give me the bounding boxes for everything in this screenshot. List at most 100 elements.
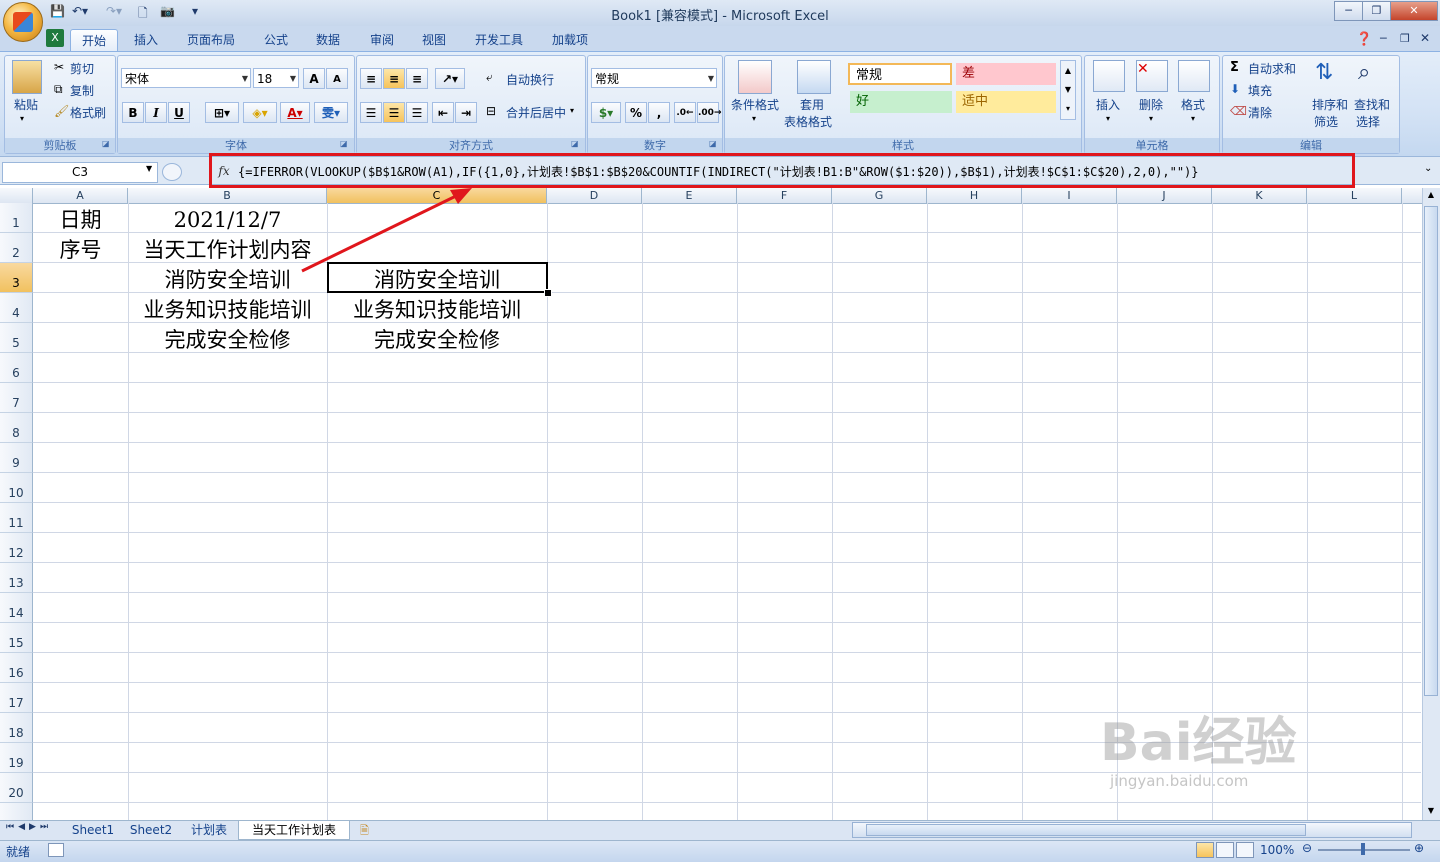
zoom-slider-thumb[interactable] bbox=[1361, 843, 1365, 855]
decrease-decimal-icon[interactable]: .00→ bbox=[697, 102, 721, 123]
row-header-11[interactable]: 11 bbox=[0, 503, 33, 533]
ribbon-restore-icon[interactable]: ❐ bbox=[1400, 32, 1410, 45]
find-select-button[interactable]: 查找和 bbox=[1354, 96, 1390, 113]
styles-scroll[interactable]: ▲ ▼ ▾ bbox=[1060, 60, 1076, 120]
expand-formula-bar-icon[interactable]: ⌄ bbox=[1424, 163, 1432, 174]
bold-button[interactable]: B bbox=[122, 102, 144, 123]
format-cells-button[interactable]: 格式 bbox=[1181, 96, 1205, 113]
row-header-21[interactable] bbox=[0, 803, 33, 820]
redo-icon[interactable]: ↷▾ bbox=[106, 4, 122, 22]
column-header-e[interactable]: E bbox=[642, 188, 737, 203]
column-header-f[interactable]: F bbox=[737, 188, 832, 203]
increase-indent-icon[interactable]: ⇥ bbox=[455, 102, 477, 123]
font-size-combo[interactable]: 18 ▼ bbox=[253, 68, 299, 88]
cell-a1[interactable]: 日期 bbox=[33, 203, 128, 233]
column-header-j[interactable]: J bbox=[1117, 188, 1212, 203]
print-preview-icon[interactable]: 🗋 bbox=[138, 4, 148, 22]
row-header-20[interactable]: 20 bbox=[0, 773, 33, 803]
comma-button[interactable]: , bbox=[648, 102, 670, 123]
sheet-tab-sheet2[interactable]: Sheet2 bbox=[124, 821, 178, 839]
cut-button[interactable]: 剪切 bbox=[70, 60, 94, 77]
page-break-view-icon[interactable] bbox=[1236, 842, 1254, 858]
row-header-6[interactable]: 6 bbox=[0, 353, 33, 383]
row-header-8[interactable]: 8 bbox=[0, 413, 33, 443]
row-header-2[interactable]: 2 bbox=[0, 233, 33, 263]
normal-view-icon[interactable] bbox=[1196, 842, 1214, 858]
tab-add-ins[interactable]: 加载项 bbox=[542, 29, 598, 51]
cell-b4[interactable]: 业务知识技能培训 bbox=[128, 293, 327, 323]
format-painter-button[interactable]: 格式刷 bbox=[70, 104, 106, 121]
page-layout-view-icon[interactable] bbox=[1216, 842, 1234, 858]
sheet-tab-plan[interactable]: 计划表 bbox=[182, 821, 236, 839]
italic-button[interactable]: I bbox=[145, 102, 167, 123]
scroll-up-icon[interactable]: ▲ bbox=[1424, 190, 1438, 204]
style-neutral[interactable]: 适中 bbox=[956, 91, 1056, 113]
fill-color-icon[interactable]: ◈▾ bbox=[243, 102, 277, 123]
ribbon-minimize-icon[interactable]: ─ bbox=[1380, 32, 1387, 45]
column-header-k[interactable]: K bbox=[1212, 188, 1307, 203]
style-good[interactable]: 好 bbox=[850, 91, 952, 113]
format-as-table-label-2[interactable]: 表格格式 bbox=[784, 113, 832, 130]
font-launcher-icon[interactable]: ◪ bbox=[340, 139, 348, 148]
tab-developer[interactable]: 开发工具 bbox=[466, 29, 532, 51]
number-launcher-icon[interactable]: ◪ bbox=[709, 139, 717, 148]
tab-home[interactable]: 开始 bbox=[70, 29, 118, 52]
fill-handle[interactable] bbox=[544, 289, 552, 297]
zoom-out-icon[interactable]: ⊖ bbox=[1302, 841, 1312, 855]
row-header-5[interactable]: 5 bbox=[0, 323, 33, 353]
copy-button[interactable]: 复制 bbox=[70, 82, 94, 99]
name-box-dropdown-icon[interactable]: ▼ bbox=[146, 164, 152, 173]
sheet-nav-icons[interactable]: ⏮◀▶⏭ bbox=[6, 822, 52, 832]
insert-cells-button[interactable]: 插入 bbox=[1096, 96, 1120, 113]
row-header-14[interactable]: 14 bbox=[0, 593, 33, 623]
row-header-18[interactable]: 18 bbox=[0, 713, 33, 743]
align-center-icon[interactable]: ☰ bbox=[383, 102, 405, 123]
tab-formulas[interactable]: 公式 bbox=[254, 29, 298, 51]
font-color-icon[interactable]: A▾ bbox=[280, 102, 310, 123]
select-all-corner[interactable] bbox=[0, 188, 33, 203]
align-right-icon[interactable]: ☰ bbox=[406, 102, 428, 123]
clipboard-launcher-icon[interactable]: ◪ bbox=[102, 139, 110, 148]
formula-bar-handle[interactable] bbox=[162, 163, 182, 181]
help-icon[interactable]: ❓ bbox=[1356, 32, 1372, 47]
sort-filter-button[interactable]: 排序和 bbox=[1312, 96, 1348, 113]
clear-button[interactable]: 清除 bbox=[1248, 104, 1272, 121]
office-button[interactable] bbox=[3, 2, 43, 42]
border-icon[interactable]: ⊞▾ bbox=[205, 102, 239, 123]
tab-page-layout[interactable]: 页面布局 bbox=[178, 29, 244, 51]
zoom-level[interactable]: 100% bbox=[1260, 843, 1294, 857]
sort-filter-label-2[interactable]: 筛选 bbox=[1314, 113, 1338, 130]
camera-icon[interactable]: 📷 bbox=[160, 4, 175, 22]
row-header-10[interactable]: 10 bbox=[0, 473, 33, 503]
column-header-d[interactable]: D bbox=[547, 188, 642, 203]
increase-decimal-icon[interactable]: .0← bbox=[674, 102, 696, 123]
minimize-button[interactable]: ─ bbox=[1334, 1, 1363, 21]
save-icon[interactable]: 💾 bbox=[50, 4, 65, 22]
horizontal-scroll-thumb[interactable] bbox=[866, 824, 1306, 836]
number-format-combo[interactable]: 常规 ▼ bbox=[591, 68, 717, 88]
phonetic-icon[interactable]: 雯▾ bbox=[314, 102, 348, 123]
format-as-table-button[interactable]: 套用 bbox=[800, 96, 824, 113]
insert-sheet-icon[interactable]: 🗎 bbox=[360, 822, 369, 841]
merge-center-button[interactable]: 合并后居中 bbox=[506, 104, 566, 121]
shrink-font-button[interactable]: A bbox=[326, 68, 348, 89]
find-select-label-2[interactable]: 选择 bbox=[1356, 113, 1380, 130]
align-middle-icon[interactable]: ≡ bbox=[383, 68, 405, 89]
fill-button[interactable]: 填充 bbox=[1248, 82, 1272, 99]
accounting-icon[interactable]: $▾ bbox=[591, 102, 621, 123]
scroll-down-icon[interactable]: ▼ bbox=[1424, 806, 1438, 820]
undo-icon[interactable]: ↶▾ bbox=[72, 4, 88, 22]
tab-data[interactable]: 数据 bbox=[306, 29, 350, 51]
row-header-13[interactable]: 13 bbox=[0, 563, 33, 593]
orientation-icon[interactable]: ↗▾ bbox=[435, 68, 465, 89]
customize-qat-icon[interactable]: ▾ bbox=[192, 4, 198, 22]
macro-record-icon[interactable] bbox=[48, 843, 64, 857]
column-header-l[interactable]: L bbox=[1307, 188, 1402, 203]
cell-a2[interactable]: 序号 bbox=[33, 233, 128, 263]
zoom-in-icon[interactable]: ⊕ bbox=[1414, 841, 1424, 855]
underline-button[interactable]: U bbox=[168, 102, 190, 123]
column-header-i[interactable]: I bbox=[1022, 188, 1117, 203]
merge-dropdown-icon[interactable]: ▾ bbox=[570, 106, 574, 115]
align-bottom-icon[interactable]: ≡ bbox=[406, 68, 428, 89]
sheet-tab-today-plan[interactable]: 当天工作计划表 bbox=[238, 821, 350, 840]
